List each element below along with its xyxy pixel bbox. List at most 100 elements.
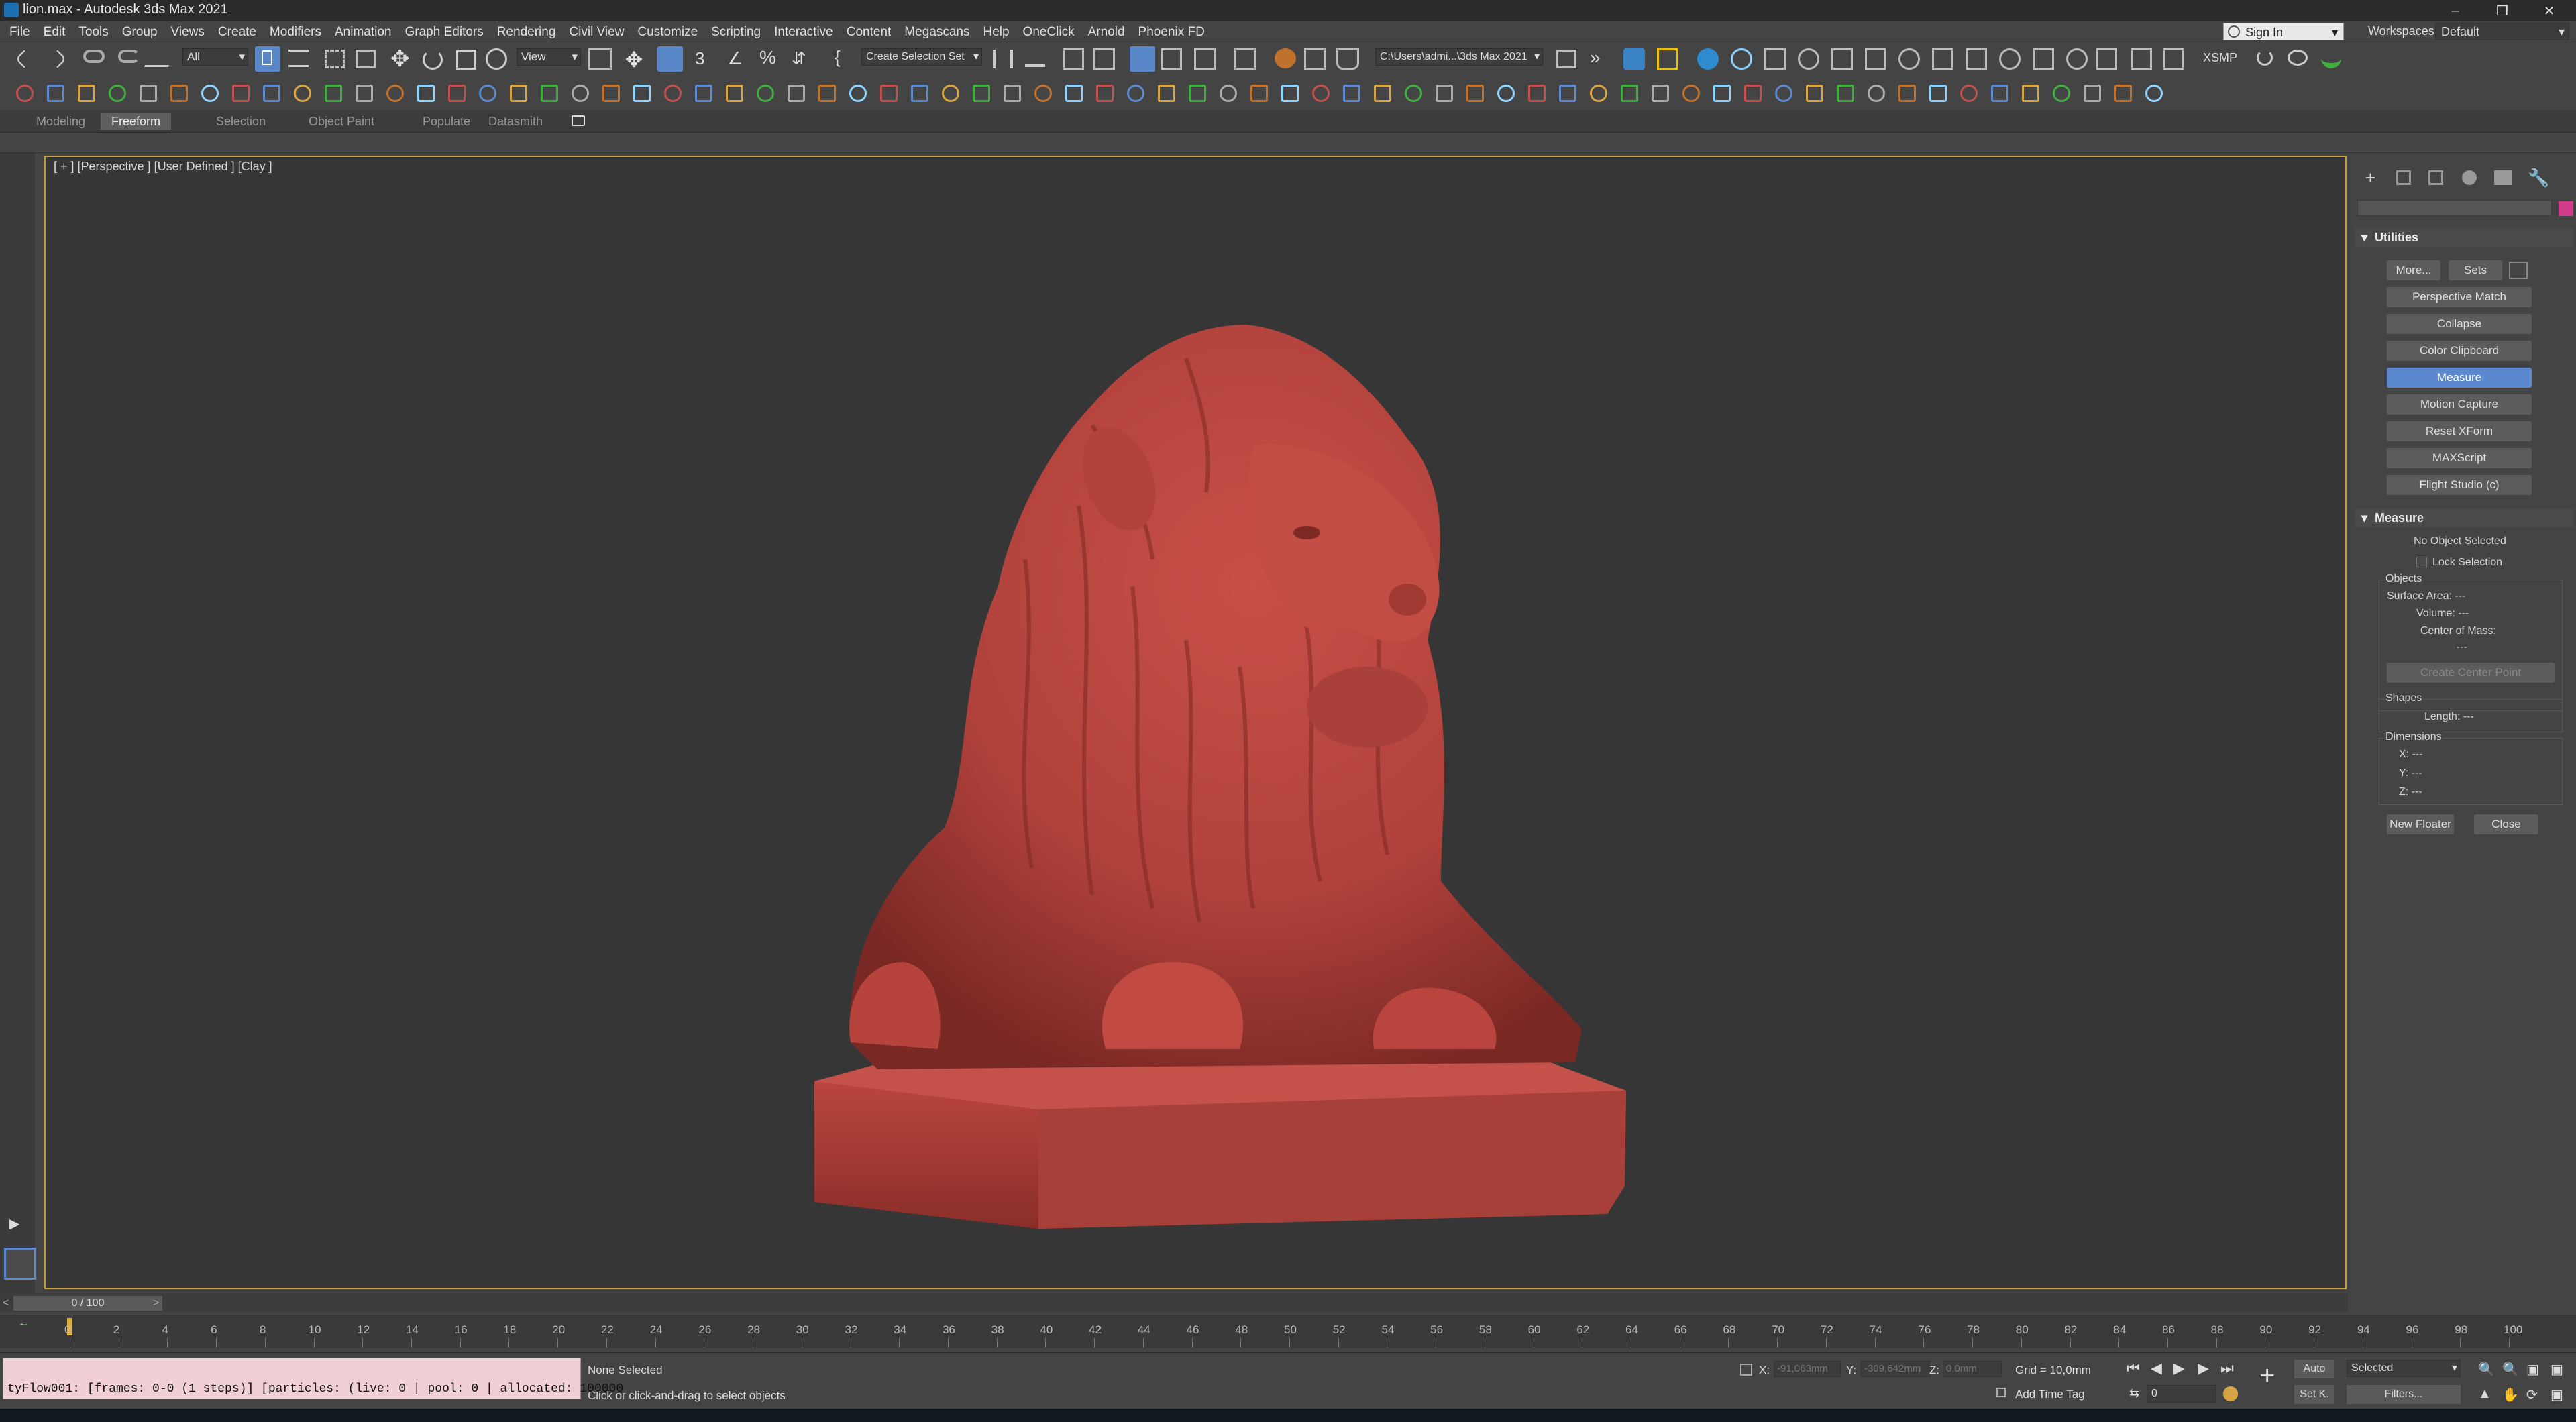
utilities-rollout-header[interactable]: ▾ Utilities — [2355, 228, 2573, 247]
y-coordinate-field[interactable]: -309,642mm — [1861, 1361, 1931, 1377]
tool-icon-49[interactable] — [1497, 85, 1515, 102]
project-folder-icon[interactable] — [1556, 50, 1576, 68]
more-button[interactable]: More... — [2387, 260, 2440, 280]
display-tab-icon[interactable] — [2494, 170, 2512, 185]
tool-icon-2[interactable] — [47, 85, 64, 102]
plugin-icon-11[interactable] — [1966, 48, 1987, 70]
redo-icon[interactable] — [48, 50, 67, 68]
tool-icon-65[interactable] — [1991, 85, 2008, 102]
tool-icon-18[interactable] — [541, 85, 558, 102]
utility-maxscript[interactable]: MAXScript — [2387, 448, 2532, 468]
field-of-view-icon[interactable]: ▲ — [2478, 1386, 2491, 1402]
link-icon[interactable] — [83, 50, 105, 63]
snaps-toggle-icon[interactable]: 3 — [695, 48, 704, 69]
utility-collapse[interactable]: Collapse — [2387, 314, 2532, 334]
tool-icon-1[interactable] — [16, 85, 34, 102]
close-button[interactable]: Close — [2474, 814, 2538, 834]
schematic-view-icon[interactable] — [1194, 48, 1216, 70]
plugin-icon-19[interactable] — [2288, 50, 2308, 66]
tool-icon-7[interactable] — [201, 85, 219, 102]
tool-icon-31[interactable] — [942, 85, 959, 102]
tool-icon-4[interactable] — [109, 85, 126, 102]
menu-views[interactable]: Views — [164, 22, 211, 42]
time-next-icon[interactable]: > — [153, 1297, 159, 1309]
tool-icon-39[interactable] — [1189, 85, 1206, 102]
tool-icon-50[interactable] — [1528, 85, 1546, 102]
tool-icon-30[interactable] — [911, 85, 928, 102]
plugin-icon-18[interactable] — [2257, 50, 2273, 66]
render-setup-icon[interactable] — [1275, 48, 1296, 68]
place-icon[interactable] — [486, 48, 507, 70]
add-time-tag-label[interactable]: Add Time Tag — [2015, 1388, 2085, 1401]
spinner-snap-icon[interactable]: ⇵ — [792, 48, 806, 69]
plugin-icon-2[interactable] — [1657, 48, 1678, 70]
zoom-extents-all-icon[interactable]: ▣ — [2551, 1361, 2563, 1378]
close-window-icon[interactable]: ✕ — [2529, 0, 2569, 21]
edit-named-selection-icon[interactable]: { — [835, 47, 841, 68]
tool-icon-44[interactable] — [1343, 85, 1360, 102]
key-filters-button[interactable]: Filters... — [2347, 1385, 2461, 1404]
tool-icon-69[interactable] — [2114, 85, 2132, 102]
tool-icon-17[interactable] — [510, 85, 527, 102]
menu-interactive[interactable]: Interactive — [767, 22, 840, 42]
go-to-start-icon[interactable]: ⏮ — [2127, 1360, 2140, 1377]
tool-icon-11[interactable] — [325, 85, 342, 102]
layer-explorer-icon[interactable] — [1093, 48, 1115, 70]
tool-icon-47[interactable] — [1436, 85, 1453, 102]
workspaces-dropdown[interactable]: Default ▾ — [2435, 23, 2569, 40]
object-name-field[interactable] — [2357, 200, 2552, 216]
sets-button[interactable]: Sets — [2449, 260, 2502, 280]
expand-layout-icon[interactable]: ▶ — [9, 1215, 19, 1232]
pivot-center-icon[interactable] — [588, 48, 612, 70]
tool-icon-67[interactable] — [2053, 85, 2070, 102]
z-coordinate-field[interactable]: 0,0mm — [1943, 1361, 2002, 1377]
material-editor-icon[interactable] — [1234, 48, 1256, 70]
tool-icon-64[interactable] — [1960, 85, 1978, 102]
expand-toolbar-icon[interactable]: » — [1590, 47, 1601, 68]
named-selection-dropdown[interactable]: Create Selection Set ▾ — [861, 48, 982, 66]
tab-object-paint[interactable]: Object Paint — [298, 113, 385, 130]
tool-icon-61[interactable] — [1868, 85, 1885, 102]
create-center-point-button[interactable]: Create Center Point — [2387, 663, 2555, 683]
tool-icon-19[interactable] — [572, 85, 589, 102]
select-manipulate-icon[interactable]: ✥ — [621, 47, 647, 72]
tool-icon-15[interactable] — [448, 85, 466, 102]
tool-icon-70[interactable] — [2145, 85, 2163, 102]
sign-in-button[interactable]: Sign In ▾ — [2223, 23, 2344, 40]
plugin-icon-1[interactable] — [1623, 48, 1645, 70]
plugin-icon-16[interactable] — [2131, 48, 2152, 70]
time-slider[interactable]: 0 / 100 — [13, 1296, 162, 1311]
tool-icon-8[interactable] — [232, 85, 250, 102]
menu-modifiers[interactable]: Modifiers — [263, 22, 328, 42]
select-object-button[interactable] — [255, 46, 280, 72]
tool-icon-29[interactable] — [880, 85, 898, 102]
plugin-icon-17[interactable] — [2163, 48, 2184, 70]
tool-icon-24[interactable] — [726, 85, 743, 102]
xsmp-label[interactable]: XSMP — [2203, 51, 2237, 65]
tool-icon-14[interactable] — [417, 85, 435, 102]
tool-icon-51[interactable] — [1559, 85, 1576, 102]
menu-megascans[interactable]: Megascans — [898, 22, 976, 42]
plugin-icon-3[interactable] — [1697, 48, 1719, 70]
zoom-icon[interactable]: 🔍 — [2478, 1361, 2495, 1378]
reference-coordinate-dropdown[interactable]: View ▾ — [517, 48, 581, 66]
set-key-icon[interactable]: + — [2259, 1362, 2275, 1389]
menu-phoenix-fd[interactable]: Phoenix FD — [1132, 22, 1212, 42]
tool-icon-20[interactable] — [602, 85, 620, 102]
mirror-icon[interactable] — [993, 50, 1013, 68]
tool-icon-27[interactable] — [818, 85, 836, 102]
menu-help[interactable]: Help — [976, 22, 1016, 42]
app-icon[interactable] — [4, 3, 19, 17]
tab-freeform[interactable]: Freeform — [101, 113, 172, 130]
minimize-icon[interactable]: – — [2435, 0, 2475, 21]
create-tab-icon[interactable]: + — [2365, 168, 2375, 188]
plugin-icon-7[interactable] — [1831, 48, 1853, 70]
project-folder-dropdown[interactable]: C:\Users\admi...\3ds Max 2021 ▾ — [1375, 48, 1543, 66]
percent-snap-icon[interactable]: % — [759, 47, 776, 68]
angle-snap-icon[interactable]: ∠ — [727, 48, 743, 69]
maxscript-listener[interactable]: tyFlow001: [frames: 0-0 (1 steps)] [part… — [3, 1358, 623, 1399]
menu-group[interactable]: Group — [115, 22, 164, 42]
tool-icon-42[interactable] — [1281, 85, 1299, 102]
tool-icon-6[interactable] — [170, 85, 188, 102]
utility-measure[interactable]: Measure — [2387, 368, 2532, 388]
